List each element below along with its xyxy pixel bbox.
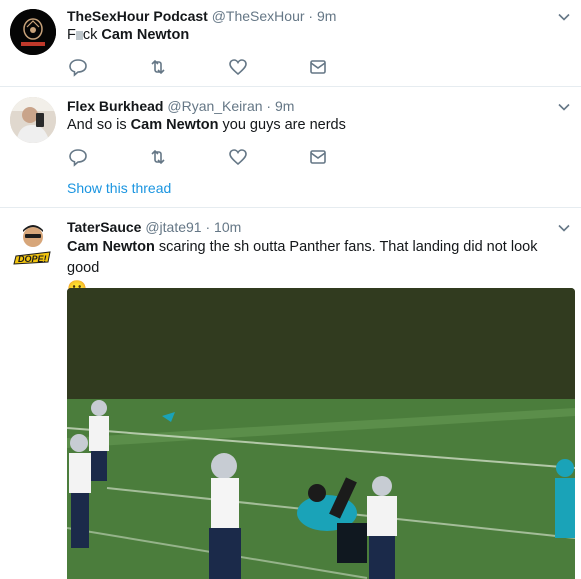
text-highlight: Cam Newton (101, 27, 190, 43)
retweet-icon[interactable] (147, 146, 169, 168)
user-handle[interactable]: @jtate91 (145, 219, 201, 235)
tweet[interactable]: Flex Burkhead @Ryan_Keiran · 9m And so i… (0, 87, 581, 206)
separator-dot: · (308, 8, 314, 24)
avatar[interactable]: DOPE! (10, 220, 56, 266)
avatar[interactable] (10, 97, 56, 143)
user-handle[interactable]: @TheSexHour (212, 8, 305, 24)
podcast-logo-icon (10, 9, 56, 55)
video-frame-image (67, 288, 575, 579)
text-obscured (75, 30, 83, 40)
chevron-down-icon[interactable] (557, 100, 571, 114)
reply-icon[interactable] (67, 56, 89, 78)
tweet-video[interactable] (67, 288, 575, 579)
message-icon[interactable] (307, 56, 329, 78)
text-mid: ck (82, 27, 102, 43)
like-icon[interactable] (227, 56, 249, 78)
separator-dot: · (266, 98, 272, 114)
text-post: you guys are nerds (218, 117, 346, 133)
chevron-down-icon[interactable] (557, 221, 571, 235)
timestamp[interactable]: 10m (214, 219, 241, 235)
like-icon[interactable] (227, 146, 249, 168)
tweet-text: And so is Cam Newton you guys are nerds (67, 115, 569, 136)
chevron-down-icon[interactable] (557, 10, 571, 24)
avatar[interactable] (10, 9, 56, 55)
reply-icon[interactable] (67, 146, 89, 168)
message-icon[interactable] (307, 146, 329, 168)
text-highlight: Cam Newton (67, 239, 155, 255)
tweet[interactable]: TheSexHour Podcast @TheSexHour · 9m F ck… (0, 0, 581, 86)
cartoon-avatar-icon: DOPE! (10, 220, 56, 266)
text-highlight: Cam Newton (130, 117, 219, 133)
text-pre: And so is (67, 117, 131, 133)
text-pre: F (67, 27, 76, 43)
tweet-text: F ck Cam Newton (67, 25, 569, 46)
timestamp[interactable]: 9m (317, 8, 336, 24)
display-name[interactable]: TaterSauce (67, 219, 141, 235)
separator-dot: · (205, 219, 211, 235)
retweet-icon[interactable] (147, 56, 169, 78)
timestamp[interactable]: 9m (275, 98, 294, 114)
svg-text:DOPE!: DOPE! (18, 254, 47, 264)
show-thread-link[interactable]: Show this thread (67, 180, 171, 196)
display-name[interactable]: TheSexHour Podcast (67, 8, 208, 24)
user-handle[interactable]: @Ryan_Keiran (167, 98, 262, 114)
display-name[interactable]: Flex Burkhead (67, 98, 163, 114)
player-edge (555, 459, 575, 538)
user-photo-icon (10, 97, 56, 143)
